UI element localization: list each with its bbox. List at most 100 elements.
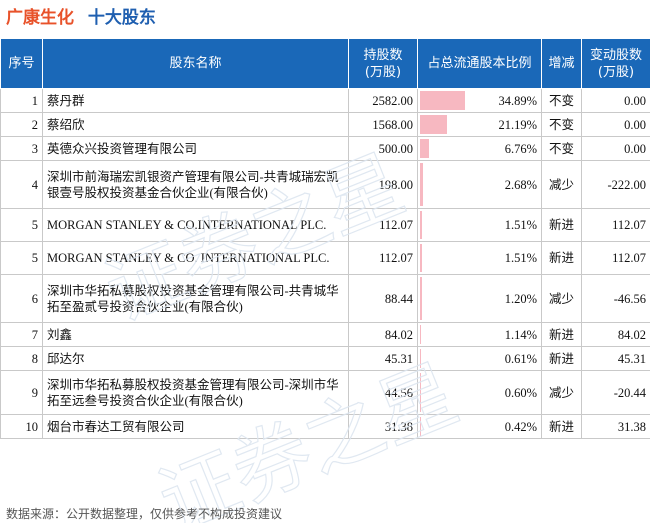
ratio-text: 0.42%: [504, 419, 537, 434]
header-shares: 持股数 (万股): [348, 38, 418, 89]
cell-shares: 2582.00: [348, 88, 418, 113]
ratio-text: 1.51%: [504, 251, 537, 265]
table-row: 2 蔡绍欣 1568.00 21.19% 不变 0.00: [0, 112, 650, 137]
cell-index: 7: [0, 322, 43, 347]
ratio-text: 1.14%: [504, 327, 537, 342]
cell-ratio: 1.51%: [417, 241, 542, 275]
header-ratio: 占总流通股本比例: [417, 38, 542, 89]
ratio-bar: [420, 325, 422, 344]
ratio-bar: [420, 211, 422, 239]
table-body: 1 蔡丹群 2582.00 34.89% 不变 0.00 2 蔡绍欣 1568.00 21.19%…: [0, 88, 650, 439]
table-row: 8 邱达尔 45.31 0.61% 新进 45.31: [0, 346, 650, 371]
cell-change-status: 不变: [541, 136, 582, 161]
cell-holder-name: 英德众兴投资管理有限公司: [42, 136, 349, 161]
ratio-text: 1.51%: [504, 218, 537, 232]
ratio-text: 2.68%: [504, 177, 537, 192]
cell-index: 5: [0, 241, 43, 275]
header-shares-line1: 持股数: [363, 47, 403, 63]
header-change: 增减: [541, 38, 582, 89]
cell-change-status: 不变: [541, 88, 582, 113]
company-name: 广康生化: [6, 8, 74, 28]
cell-ratio: 34.89%: [417, 88, 542, 113]
cell-shares: 31.38: [348, 414, 418, 439]
header-delta-line2: (万股): [597, 64, 635, 80]
cell-change-status: 新进: [541, 241, 582, 275]
table-row: 1 蔡丹群 2582.00 34.89% 不变 0.00: [0, 88, 650, 113]
cell-index: 9: [0, 370, 43, 415]
cell-ratio: 1.20%: [417, 274, 542, 323]
cell-shares: 112.07: [348, 208, 418, 242]
cell-delta-shares: 45.31: [581, 346, 650, 371]
cell-shares: 88.44: [348, 274, 418, 323]
cell-holder-name: MORGAN STANLEY & CO. INTERNATIONAL PLC.: [42, 241, 349, 275]
cell-shares: 84.02: [348, 322, 418, 347]
cell-holder-name: 烟台市春达工贸有限公司: [42, 414, 349, 439]
cell-delta-shares: -46.56: [581, 274, 650, 323]
cell-holder-name: 深圳市华拓私募股权投资基金管理有限公司-深圳市华拓至远叁号投资合伙企业(有限合伙…: [42, 370, 349, 415]
cell-ratio: 2.68%: [417, 160, 542, 209]
cell-change-status: 新进: [541, 322, 582, 347]
table-row: 9 深圳市华拓私募股权投资基金管理有限公司-深圳市华拓至远叁号投资合伙企业(有限合…: [0, 370, 650, 415]
cell-change-status: 新进: [541, 208, 582, 242]
cell-delta-shares: 112.07: [581, 241, 650, 275]
header-delta: 变动股数 (万股): [581, 38, 650, 89]
cell-change-status: 减少: [541, 274, 582, 323]
ratio-bar: [420, 139, 429, 158]
ratio-text: 6.76%: [504, 141, 537, 156]
cell-ratio: 0.42%: [417, 414, 542, 439]
cell-shares: 198.00: [348, 160, 418, 209]
cell-delta-shares: 84.02: [581, 322, 650, 347]
cell-change-status: 减少: [541, 370, 582, 415]
page-title: 广康生化 十大股东: [6, 3, 156, 29]
table-row: 6 深圳市华拓私募股权投资基金管理有限公司-共青城华拓至盈贰号投资合伙企业(有限合…: [0, 274, 650, 323]
table-row: 5 MORGAN STANLEY & CO. INTERNATIONAL PLC.…: [0, 241, 650, 275]
cell-ratio: 6.76%: [417, 136, 542, 161]
ratio-text: 21.19%: [498, 117, 537, 132]
ratio-bar: [420, 349, 421, 368]
ratio-text: 34.89%: [498, 93, 537, 108]
cell-ratio: 1.14%: [417, 322, 542, 347]
table-row: 7 刘鑫 84.02 1.14% 新进 84.02: [0, 322, 650, 347]
cell-delta-shares: 0.00: [581, 112, 650, 137]
cell-delta-shares: -20.44: [581, 370, 650, 415]
cell-change-status: 新进: [541, 346, 582, 371]
table-header-row: 序号 股东名称 持股数 (万股) 占总流通股本比例 增减 变动股数 (万股): [0, 38, 650, 89]
cell-holder-name: 深圳市前海瑞宏凯银资产管理有限公司-共青城瑞宏凯银壹号股权投资基金合伙企业(有限…: [42, 160, 349, 209]
header-delta-line1: 变动股数: [589, 47, 642, 63]
cell-index: 8: [0, 346, 43, 371]
cell-change-status: 减少: [541, 160, 582, 209]
cell-ratio: 0.61%: [417, 346, 542, 371]
ratio-bar: [420, 244, 422, 272]
cell-ratio: 1.51%: [417, 208, 542, 242]
header-name: 股东名称: [42, 38, 349, 89]
cell-holder-name: 蔡丹群: [42, 88, 349, 113]
table-row: 10 烟台市春达工贸有限公司 31.38 0.42% 新进 31.38: [0, 414, 650, 439]
cell-change-status: 新进: [541, 414, 582, 439]
ratio-bar: [420, 277, 422, 320]
cell-index: 3: [0, 136, 43, 161]
ratio-bar: [420, 163, 424, 206]
cell-ratio: 21.19%: [417, 112, 542, 137]
cell-shares: 112.07: [348, 241, 418, 275]
cell-change-status: 不变: [541, 112, 582, 137]
header-index: 序号: [0, 38, 43, 89]
cell-holder-name: 刘鑫: [42, 322, 349, 347]
cell-ratio: 0.60%: [417, 370, 542, 415]
cell-index: 10: [0, 414, 43, 439]
cell-index: 6: [0, 274, 43, 323]
table-row: 4 深圳市前海瑞宏凯银资产管理有限公司-共青城瑞宏凯银壹号股权投资基金合伙企业(有…: [0, 160, 650, 209]
cell-delta-shares: 0.00: [581, 136, 650, 161]
cell-index: 4: [0, 160, 43, 209]
ratio-bar: [420, 373, 421, 412]
cell-delta-shares: 112.07: [581, 208, 650, 242]
cell-shares: 1568.00: [348, 112, 418, 137]
table-row: 3 英德众兴投资管理有限公司 500.00 6.76% 不变 0.00: [0, 136, 650, 161]
ratio-text: 0.60%: [504, 385, 537, 400]
ratio-bar: [420, 115, 448, 134]
ratio-text: 0.61%: [504, 351, 537, 366]
cell-delta-shares: 0.00: [581, 88, 650, 113]
cell-shares: 44.56: [348, 370, 418, 415]
ratio-text: 1.20%: [504, 291, 537, 306]
top-shareholders-table: 序号 股东名称 持股数 (万股) 占总流通股本比例 增减 变动股数 (万股) 1…: [0, 38, 650, 439]
cell-holder-name: 邱达尔: [42, 346, 349, 371]
